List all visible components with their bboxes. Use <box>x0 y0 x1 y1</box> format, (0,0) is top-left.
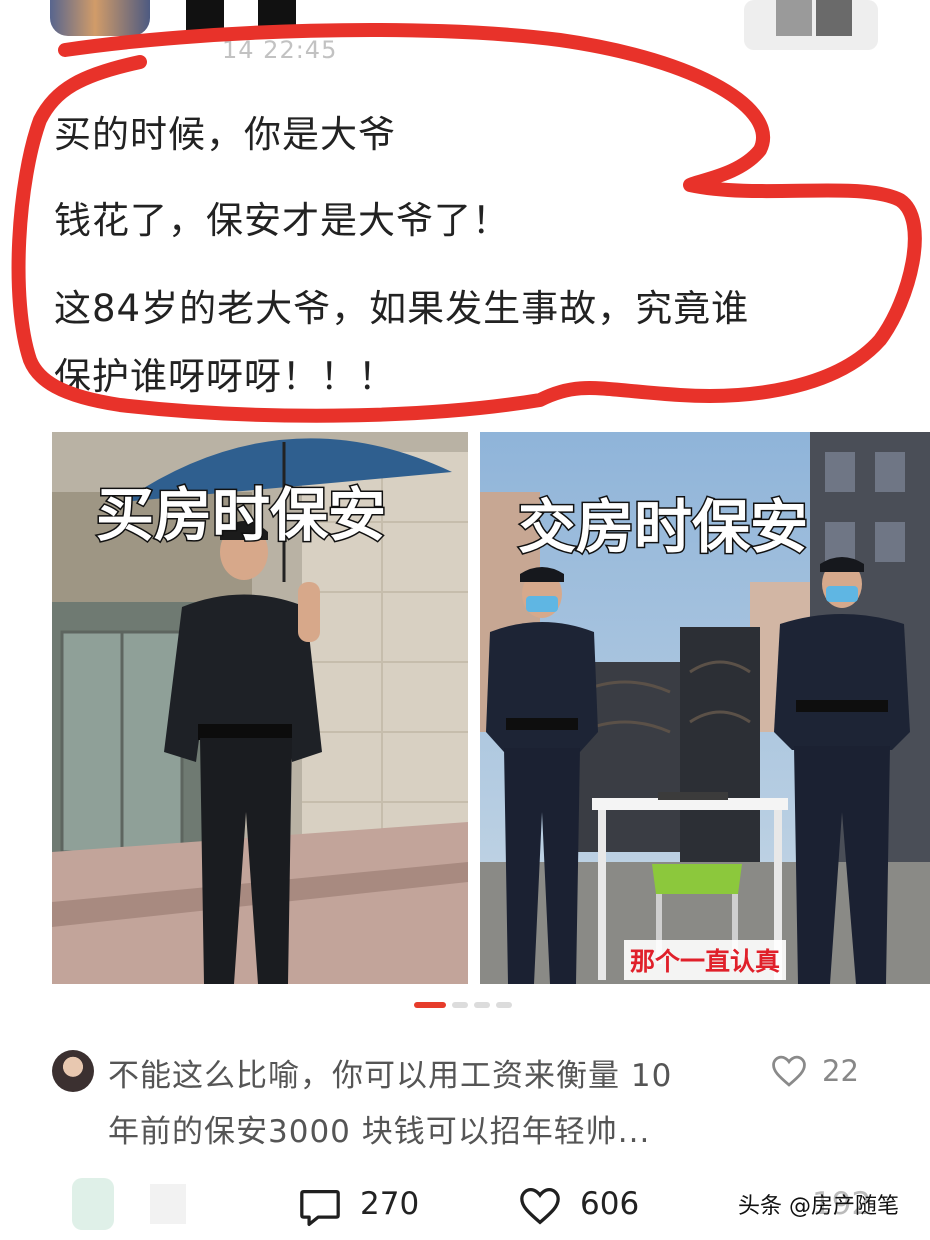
like-heart-icon[interactable] <box>518 1186 562 1226</box>
carousel-indicator <box>452 1002 468 1008</box>
image-caption: 买房时保安 <box>94 480 387 551</box>
commenter-avatar[interactable] <box>52 1050 94 1092</box>
comment-bubble-icon[interactable] <box>298 1188 342 1228</box>
comment-count[interactable]: 270 <box>360 1186 419 1222</box>
image-caption: 交房时保安 <box>516 492 809 563</box>
user-name-blur <box>150 1184 186 1224</box>
author-name-blur <box>258 0 296 32</box>
comment-text[interactable]: 不能这么比喻，你可以用工资来衡量 10 <box>108 1050 672 1095</box>
post-text-line: 买的时候，你是大爷 <box>54 113 396 156</box>
follow-button[interactable] <box>744 0 878 50</box>
carousel-indicator <box>496 1002 512 1008</box>
heart-outline-icon[interactable] <box>770 1054 808 1088</box>
comment-text[interactable]: 年前的保安3000 块钱可以招年轻帅... <box>108 1106 650 1151</box>
author-avatar[interactable] <box>50 0 150 36</box>
post-text-line: 保护谁呀呀呀！！！ <box>54 355 396 398</box>
post-text-line: 这84岁的老大爷，如果发生事故，究竟谁 <box>54 287 750 330</box>
image-sub-caption: 那个一直认真 <box>624 940 787 980</box>
user-avatar-blur <box>72 1178 114 1230</box>
author-name-blur <box>186 0 224 32</box>
carousel-indicator <box>474 1002 490 1008</box>
comment-like-count: 22 <box>822 1054 859 1088</box>
post-image-left[interactable]: 买房时保安 <box>52 432 468 984</box>
watermark: 头条 @房产随笔 <box>738 1194 899 1219</box>
post-text-line: 钱花了，保安才是大爷了！ <box>54 199 510 242</box>
post-image-right[interactable]: 交房时保安 那个一直认真 <box>480 432 930 984</box>
like-count[interactable]: 606 <box>580 1186 639 1222</box>
carousel-indicator-active <box>414 1002 446 1008</box>
post-timestamp: 14 22:45 <box>222 36 338 64</box>
